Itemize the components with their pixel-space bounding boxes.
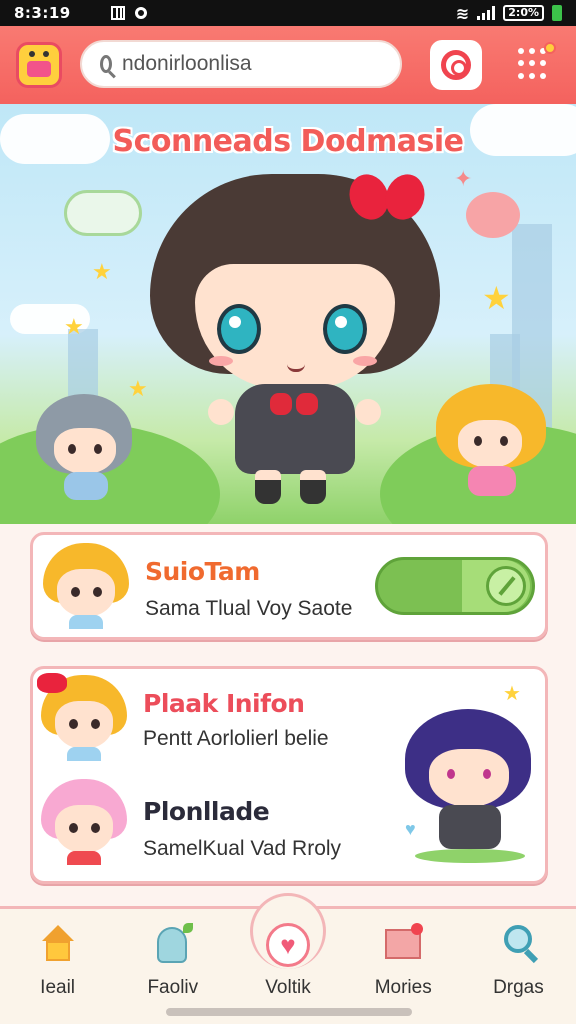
card-title: SuioTam <box>145 557 260 586</box>
app-header <box>0 26 576 104</box>
avatar <box>43 543 129 629</box>
item-subtitle: Pentt Aorlolierl belie <box>143 727 329 750</box>
home-icon <box>36 923 80 967</box>
nav-item-movies[interactable]: Mories <box>346 909 461 1024</box>
search-bar[interactable] <box>80 40 402 88</box>
search-input[interactable] <box>122 52 382 76</box>
star-icon: ✦ <box>454 166 473 191</box>
hero-banner[interactable]: Sconneads Dodmasie ★ ★ ★ ★ ✦ <box>0 104 576 524</box>
wifi-icon: ≋ <box>455 3 470 23</box>
status-time: 8:3:19 <box>14 4 71 22</box>
nav-label: Drgas <box>493 977 544 998</box>
hero-title: Sconneads Dodmasie <box>112 124 464 159</box>
notification-icon <box>110 6 125 20</box>
battery-icon <box>552 5 562 21</box>
star-icon: ★ <box>92 259 112 284</box>
home-indicator[interactable] <box>166 1008 412 1016</box>
item-title: Plonllade <box>143 797 270 826</box>
scan-button[interactable] <box>430 40 482 90</box>
hair-bow-icon <box>343 168 431 226</box>
nav-label: Voltik <box>265 977 311 998</box>
bow-icon <box>37 673 67 693</box>
item-subtitle: SamelKual Vad Rroly <box>143 837 342 860</box>
featured-character <box>405 709 535 869</box>
envelope-icon <box>381 923 425 967</box>
character-list-card: Plaak Inifon Pentt Aorlolierl belie Plon… <box>30 666 548 884</box>
speech-bubble-icon <box>64 190 142 236</box>
nav-label: Mories <box>374 977 432 998</box>
apps-menu-button[interactable] <box>518 42 556 80</box>
list-item[interactable]: Plonllade SamelKual Vad Rroly <box>33 773 393 877</box>
status-bar: 8:3:19 ≋ 2:0% <box>0 0 576 26</box>
main-character <box>150 168 440 514</box>
nav-item-favorites[interactable]: Faoliv <box>115 909 230 1024</box>
search-icon <box>100 55 112 73</box>
toggle-check-icon <box>486 566 526 606</box>
nav-item-home[interactable]: Ieail <box>0 909 115 1024</box>
signal-icon <box>477 6 496 20</box>
feature-card[interactable]: SuioTam Sama Tlual Voy Saote <box>30 532 548 640</box>
item-title: Plaak Inifon <box>143 689 305 718</box>
star-icon: ★ <box>482 280 511 316</box>
nav-label: Faoliv <box>147 977 199 998</box>
list-item[interactable]: Plaak Inifon Pentt Aorlolierl belie <box>33 669 393 769</box>
feature-toggle[interactable] <box>375 557 535 615</box>
nav-label: Ieail <box>40 977 76 998</box>
star-icon: ★ <box>503 683 521 705</box>
side-character-left <box>36 394 136 504</box>
star-icon: ★ <box>64 314 84 339</box>
scan-icon <box>441 50 471 80</box>
side-character-right <box>436 384 548 504</box>
magnifier-icon <box>496 923 540 967</box>
nav-item-vote[interactable]: ♥ Voltik <box>230 909 345 1024</box>
app-logo-icon[interactable] <box>16 42 62 88</box>
ghost-icon <box>151 923 195 967</box>
pink-creature-icon <box>466 192 520 238</box>
avatar <box>41 779 127 865</box>
card-subtitle: Sama Tlual Voy Saote <box>145 597 353 620</box>
nav-item-search[interactable]: Drgas <box>461 909 576 1024</box>
bottom-nav: Ieail Faoliv ♥ Voltik Mories Drgas <box>0 893 576 1024</box>
heart-icon: ♥ <box>266 923 310 967</box>
heart-icon: ♥ <box>405 819 416 839</box>
notification-badge <box>544 42 556 54</box>
battery-percent: 2:0% <box>503 5 544 21</box>
record-icon <box>134 7 147 19</box>
